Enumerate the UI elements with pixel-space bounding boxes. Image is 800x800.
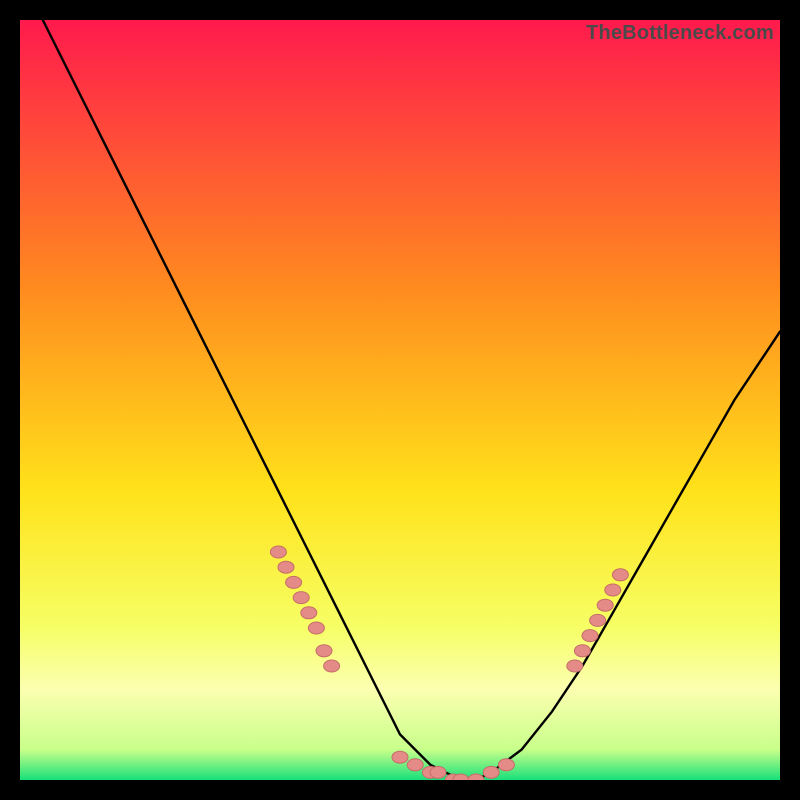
- data-point: [293, 592, 309, 604]
- data-point: [567, 660, 583, 672]
- data-point: [308, 622, 324, 634]
- chart-stage: TheBottleneck.com: [0, 0, 800, 800]
- plot-area: TheBottleneck.com: [20, 20, 780, 780]
- data-point: [286, 576, 302, 588]
- data-point: [430, 766, 446, 778]
- data-point: [483, 766, 499, 778]
- data-point: [605, 584, 621, 596]
- data-point: [582, 630, 598, 642]
- bottleneck-curve: [43, 20, 780, 780]
- data-point: [597, 599, 613, 611]
- data-point: [301, 607, 317, 619]
- data-point: [574, 645, 590, 657]
- data-point: [590, 614, 606, 626]
- data-point: [392, 751, 408, 763]
- data-point: [498, 759, 514, 771]
- data-point: [324, 660, 340, 672]
- data-point: [278, 561, 294, 573]
- data-point: [407, 759, 423, 771]
- data-point: [612, 569, 628, 581]
- data-point: [468, 774, 484, 780]
- chart-svg: [20, 20, 780, 780]
- data-point: [270, 546, 286, 558]
- data-point: [316, 645, 332, 657]
